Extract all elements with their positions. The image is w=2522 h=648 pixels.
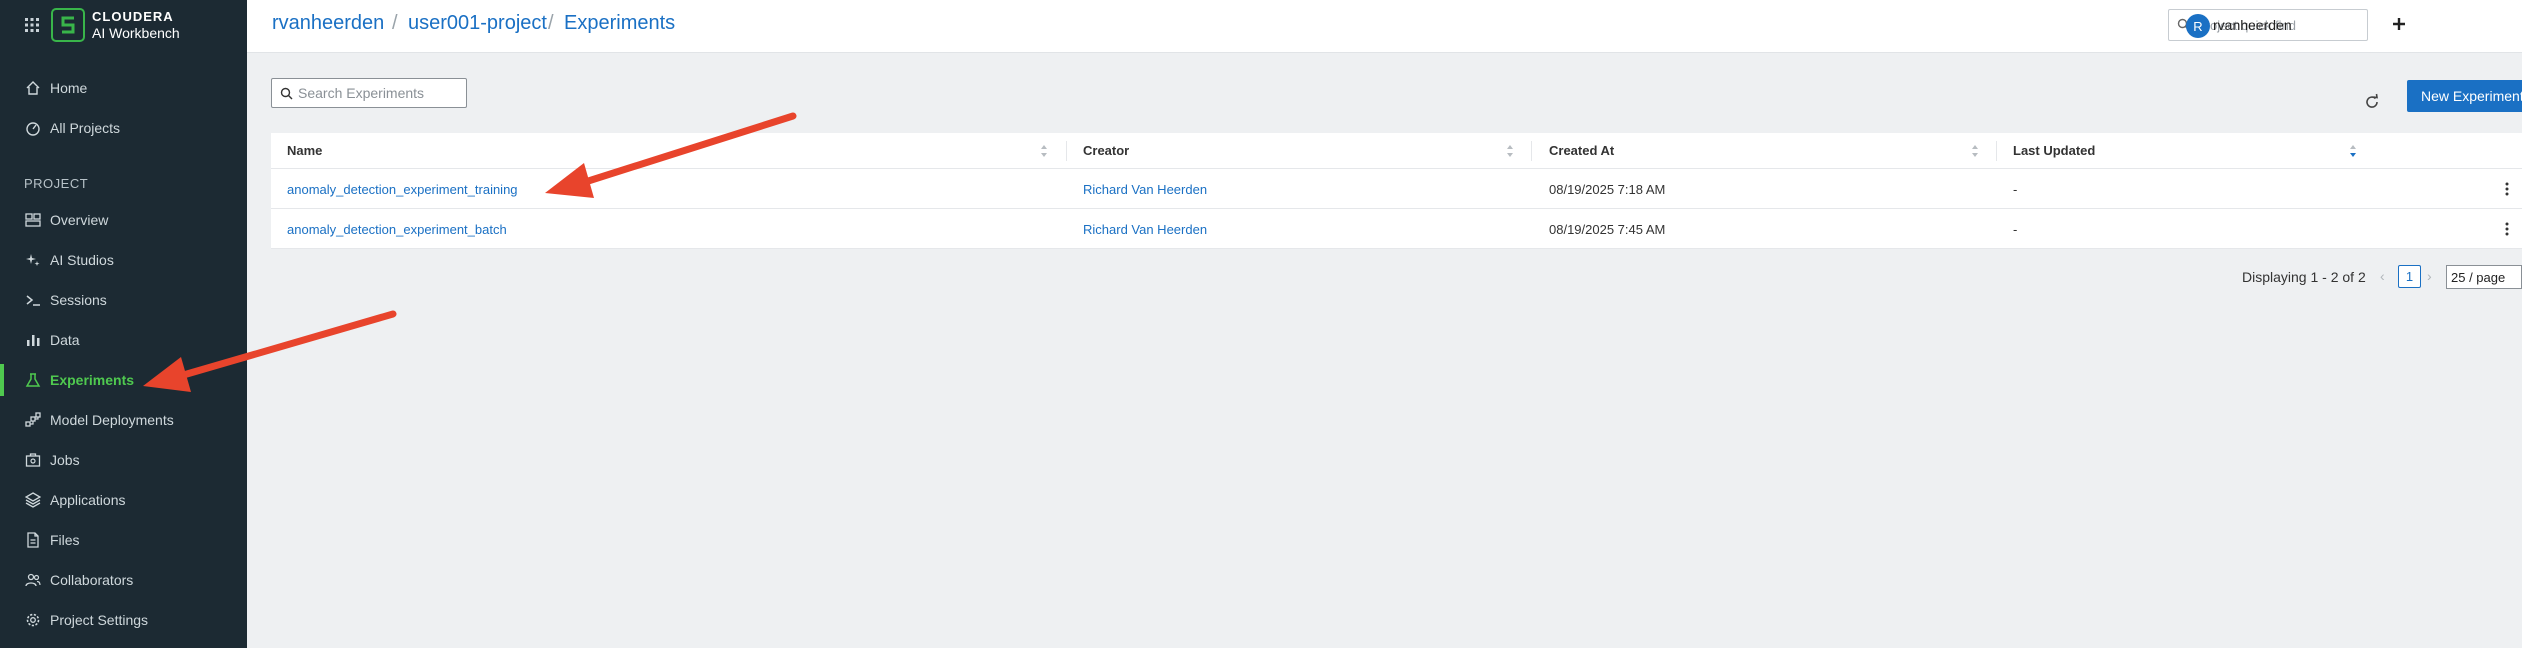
column-header-name[interactable]: Name (287, 143, 322, 158)
more-actions-icon[interactable] (2504, 221, 2510, 237)
top-bar: rvanheerden / user001-project / Experime… (247, 0, 2522, 53)
sidebar-item-all-projects[interactable]: All Projects (0, 112, 247, 144)
search-icon (280, 87, 293, 100)
sidebar-item-sessions[interactable]: Sessions (0, 284, 247, 316)
sidebar-item-label: Experiments (50, 372, 135, 388)
pagination-summary: Displaying 1 - 2 of 2 (2242, 269, 2366, 285)
next-page-icon[interactable]: › (2427, 268, 2432, 284)
sidebar-item-project-settings[interactable]: Project Settings (0, 604, 247, 636)
sidebar-item-label: Sessions (50, 292, 107, 308)
overview-icon (24, 211, 42, 229)
sidebar-item-label: Applications (50, 492, 126, 508)
sidebar-item-label: Project Settings (50, 612, 149, 628)
sidebar-item-label: All Projects (50, 120, 121, 136)
user-name[interactable]: rvanheerden (2213, 17, 2292, 33)
column-header-created-at[interactable]: Created At (1549, 143, 1614, 158)
sidebar-item-label: Home (50, 80, 88, 96)
avatar[interactable]: R (2186, 14, 2210, 38)
last-updated: - (2013, 222, 2018, 237)
gear-icon (24, 611, 42, 629)
sort-icon[interactable] (1040, 144, 1048, 158)
creator-link[interactable]: Richard Van Heerden (1083, 182, 1207, 197)
column-divider (1531, 141, 1532, 161)
sidebar-item-label: Overview (50, 212, 109, 228)
file-icon (24, 531, 42, 549)
last-updated: - (2013, 182, 2018, 197)
flask-icon (24, 371, 42, 389)
brand: CLOUDERA AI Workbench (0, 0, 247, 52)
page-size-select[interactable]: 25 / page (2446, 265, 2522, 289)
model-icon (24, 411, 42, 429)
created-at: 08/19/2025 7:18 AM (1549, 182, 1666, 197)
breadcrumb-project[interactable]: user001-project (408, 12, 547, 35)
sidebar-item-label: Files (50, 532, 80, 548)
column-header-creator[interactable]: Creator (1083, 143, 1129, 158)
gauge-icon (24, 119, 42, 137)
experiments-table: Name Creator Created At Last Updated ano… (271, 133, 2522, 249)
sidebar-item-data[interactable]: Data (0, 324, 247, 356)
breadcrumb-user[interactable]: rvanheerden (272, 12, 384, 35)
home-icon (24, 79, 42, 97)
sidebar-item-label: Collaborators (50, 572, 134, 588)
table-header: Name Creator Created At Last Updated (271, 133, 2522, 169)
sidebar-item-label: Data (50, 332, 80, 348)
jobs-icon (24, 451, 42, 469)
breadcrumb-current: Experiments (564, 12, 676, 34)
page-1-button[interactable]: 1 (2398, 265, 2421, 288)
sort-icon[interactable] (1971, 144, 1979, 158)
more-actions-icon[interactable] (2504, 181, 2510, 197)
bar-chart-icon (24, 331, 42, 349)
project-section-label: PROJECT (24, 176, 89, 191)
created-at: 08/19/2025 7:45 AM (1549, 222, 1666, 237)
sort-desc-icon[interactable] (2349, 144, 2357, 158)
creator-link[interactable]: Richard Van Heerden (1083, 222, 1207, 237)
experiment-name-link[interactable]: anomaly_detection_experiment_batch (287, 222, 507, 237)
sidebar-item-ai-studios[interactable]: AI Studios (0, 244, 247, 276)
layers-icon (24, 491, 42, 509)
table-row: anomaly_detection_experiment_training Ri… (271, 169, 2522, 209)
active-indicator (0, 364, 4, 396)
sort-icon[interactable] (1506, 144, 1514, 158)
cloudera-logo-icon[interactable] (51, 8, 85, 42)
sidebar-item-overview[interactable]: Overview (0, 204, 247, 236)
sidebar-item-jobs[interactable]: Jobs (0, 444, 247, 476)
sidebar-item-label: Model Deployments (50, 412, 174, 428)
sidebar-item-model-deployments[interactable]: Model Deployments (0, 404, 247, 436)
sidebar-item-home[interactable]: Home (0, 72, 247, 104)
column-header-last-updated[interactable]: Last Updated (2013, 143, 2095, 158)
brand-name: CLOUDERA (92, 9, 174, 24)
app-grid-icon[interactable] (24, 17, 40, 33)
table-row: anomaly_detection_experiment_batch Richa… (271, 209, 2522, 249)
sidebar-item-files[interactable]: Files (0, 524, 247, 556)
search-experiments[interactable] (271, 78, 467, 108)
previous-page-icon[interactable]: ‹ (2380, 268, 2385, 284)
sidebar-item-applications[interactable]: Applications (0, 484, 247, 516)
terminal-icon (24, 291, 42, 309)
add-icon[interactable] (2387, 12, 2411, 36)
breadcrumb-separator: / (548, 12, 554, 34)
column-divider (1066, 141, 1067, 161)
column-divider (1996, 141, 1997, 161)
refresh-icon[interactable] (2362, 92, 2382, 112)
sidebar-item-collaborators[interactable]: Collaborators (0, 564, 247, 596)
sidebar: CLOUDERA AI Workbench Home All Projects … (0, 0, 247, 648)
sidebar-item-label: AI Studios (50, 252, 114, 268)
breadcrumb-separator: / (392, 12, 398, 34)
sparkle-icon (24, 251, 42, 269)
users-icon (24, 571, 42, 589)
brand-product: AI Workbench (92, 25, 180, 41)
new-experiment-button[interactable]: New Experiment (2407, 80, 2522, 112)
sidebar-item-label: Jobs (50, 452, 80, 468)
search-input[interactable] (298, 84, 460, 102)
experiment-name-link[interactable]: anomaly_detection_experiment_training (287, 182, 518, 197)
sidebar-item-experiments[interactable]: Experiments (0, 364, 247, 396)
